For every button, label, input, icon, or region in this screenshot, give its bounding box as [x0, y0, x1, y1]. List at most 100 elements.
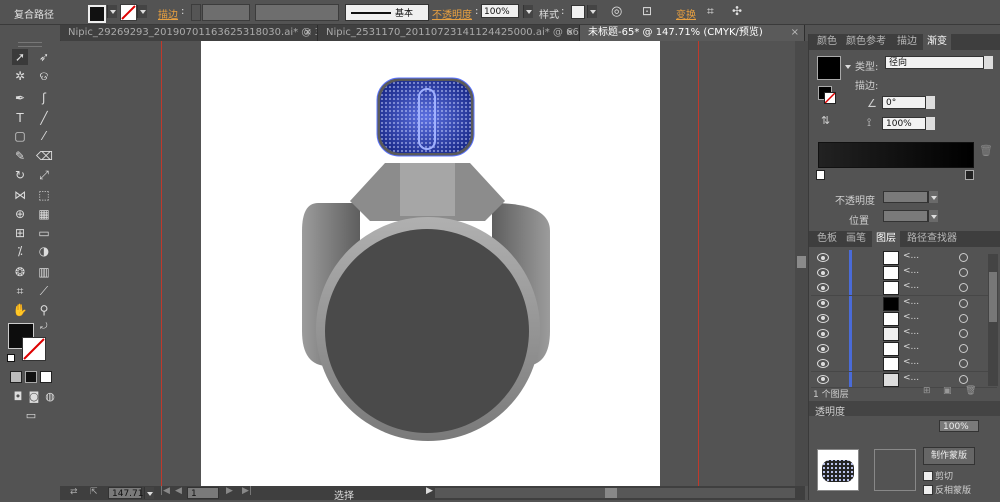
layer-name[interactable]: <...	[903, 312, 919, 322]
width-tool-icon[interactable]: ⋈	[12, 187, 28, 203]
neck-front-shape[interactable]	[400, 163, 455, 216]
layer-row[interactable]: <...	[811, 310, 997, 327]
symbol-sprayer-tool-icon[interactable]: ❂	[12, 264, 28, 280]
clip-checkbox[interactable]	[923, 471, 933, 481]
draw-inside-icon[interactable]: ◍	[42, 389, 58, 405]
target-circle-icon[interactable]	[959, 374, 968, 384]
rectangle-tool-icon[interactable]: ▢	[12, 128, 28, 144]
layers-scrollbar[interactable]	[988, 254, 998, 386]
pen-tool-icon[interactable]: ✒	[12, 90, 28, 106]
default-colors-icon[interactable]	[7, 354, 15, 362]
toolbox-grip[interactable]	[18, 42, 42, 47]
stroke-color-box[interactable]	[22, 337, 46, 361]
tab-stroke[interactable]: 描边	[893, 34, 921, 50]
layer-row[interactable]: <...	[811, 265, 997, 282]
target-circle-icon[interactable]	[959, 268, 968, 278]
transform-link[interactable]: 变换	[676, 6, 696, 21]
layer-name[interactable]: <...	[903, 266, 919, 276]
last-page-icon[interactable]: ▶|	[242, 486, 252, 496]
tab-document-2[interactable]: Nipic_2531170_20110723141124425000.ai* @…	[318, 25, 580, 41]
target-circle-icon[interactable]	[959, 253, 968, 262]
stroke-dropdown[interactable]	[137, 5, 147, 18]
layer-row[interactable]: <...	[811, 341, 997, 358]
visibility-eye-icon[interactable]	[817, 344, 829, 354]
draw-normal-icon[interactable]: ◘	[10, 389, 26, 405]
layers-scroll-thumb[interactable]	[989, 272, 997, 322]
layer-row[interactable]: <...	[811, 250, 997, 266]
blend-tool-icon[interactable]: ◑	[36, 243, 52, 259]
stroke-weight-field[interactable]	[202, 4, 250, 21]
close-icon[interactable]: ×	[566, 25, 574, 41]
gradient-location-field[interactable]	[883, 210, 928, 222]
target-circle-icon[interactable]	[959, 313, 968, 323]
screen-mode-icon[interactable]: ▭	[22, 408, 40, 424]
column-graph-tool-icon[interactable]: ▥	[36, 264, 52, 280]
reverse-gradient-icon[interactable]: ⇅	[821, 114, 830, 127]
target-circle-icon[interactable]	[959, 298, 968, 308]
direct-selection-tool-icon[interactable]: ➶	[36, 49, 52, 65]
zoom-tool-icon[interactable]: ⚲	[36, 302, 52, 318]
transform-icon[interactable]: ⌗	[707, 4, 714, 19]
eraser-tool-icon[interactable]: ⌫	[36, 148, 53, 164]
tab-color-guide[interactable]: 颜色参考	[842, 34, 890, 50]
gradient-type-select[interactable]: 径向	[885, 56, 992, 69]
layer-row[interactable]: <...	[811, 326, 997, 342]
layer-row[interactable]: <...	[811, 280, 997, 297]
curvature-tool-icon[interactable]: ʃ	[36, 90, 52, 106]
gradient-stop-left[interactable]	[816, 170, 825, 180]
transparency-opacity-field[interactable]: 100%	[939, 420, 979, 432]
hand-tool-icon[interactable]: ✋	[12, 302, 28, 318]
align-icon[interactable]: ⊡	[642, 4, 652, 18]
opacity-link[interactable]: 不透明度	[432, 6, 472, 21]
gradient-opacity-dropdown[interactable]	[928, 191, 938, 203]
isolate-icon[interactable]: ✣	[732, 4, 742, 18]
paintbrush-tool-icon[interactable]: ⁄	[36, 128, 52, 144]
zoom-stepper-icon[interactable]: ⇄	[70, 487, 78, 497]
h-scroll-thumb[interactable]	[605, 488, 617, 498]
tab-document-1[interactable]: Nipic_29269293_20190701163625318030.ai* …	[60, 25, 318, 41]
gradient-location-dropdown[interactable]	[928, 210, 938, 222]
tab-swatches[interactable]: 色板	[813, 231, 841, 247]
variable-width-dropdown[interactable]	[255, 4, 339, 21]
tab-brushes[interactable]: 画笔	[842, 231, 870, 247]
line-tool-icon[interactable]: ╱	[36, 110, 52, 126]
zoom-field[interactable]: 147.71	[108, 487, 144, 499]
perspective-grid-tool-icon[interactable]: ▦	[36, 206, 52, 222]
layer-row[interactable]: <...	[811, 356, 997, 373]
gradient-stop-right[interactable]	[965, 170, 974, 180]
visibility-eye-icon[interactable]	[817, 253, 829, 262]
mesh-tool-icon[interactable]: ⊞	[12, 225, 28, 241]
recolor-icon[interactable]: ◎	[611, 4, 622, 19]
vertical-scrollbar[interactable]	[795, 41, 808, 486]
none-mode-icon[interactable]	[40, 371, 52, 383]
target-circle-icon[interactable]	[959, 283, 968, 293]
stroke-indicator[interactable]	[824, 92, 836, 104]
page-field[interactable]: 1	[187, 487, 219, 499]
target-circle-icon[interactable]	[959, 359, 968, 369]
tab-pathfinder[interactable]: 路径查找器	[903, 231, 961, 247]
scale-tool-icon[interactable]: ⤢	[36, 167, 52, 183]
gradient-mode-icon[interactable]	[25, 371, 37, 383]
color-mode-icon[interactable]	[10, 371, 22, 383]
stroke-swatch[interactable]	[120, 4, 137, 21]
style-dropdown[interactable]	[587, 5, 597, 18]
shape-builder-tool-icon[interactable]: ⊕	[12, 206, 28, 222]
close-icon[interactable]: ×	[304, 25, 312, 41]
swap-colors-icon[interactable]: ⤾	[40, 322, 48, 332]
close-icon[interactable]: ×	[791, 25, 799, 41]
target-circle-icon[interactable]	[959, 344, 968, 354]
layer-name[interactable]: <...	[903, 297, 919, 307]
type-tool-icon[interactable]: T	[12, 110, 28, 126]
draw-behind-icon[interactable]: ◙	[26, 389, 42, 405]
gradient-opacity-field[interactable]	[883, 191, 928, 203]
visibility-eye-icon[interactable]	[817, 268, 829, 278]
next-page-icon[interactable]: ▶	[226, 486, 233, 496]
horizontal-scrollbar[interactable]	[435, 488, 795, 498]
status-menu-icon[interactable]: ▶	[426, 486, 433, 496]
tab-gradient[interactable]: 渐变	[923, 34, 951, 50]
rotate-tool-icon[interactable]: ↻	[12, 167, 28, 183]
visibility-eye-icon[interactable]	[817, 329, 829, 338]
aspect-ratio-dropdown[interactable]	[925, 117, 935, 130]
stroke-link[interactable]: 描边	[158, 6, 178, 21]
share-icon[interactable]: ⇱	[90, 487, 98, 497]
